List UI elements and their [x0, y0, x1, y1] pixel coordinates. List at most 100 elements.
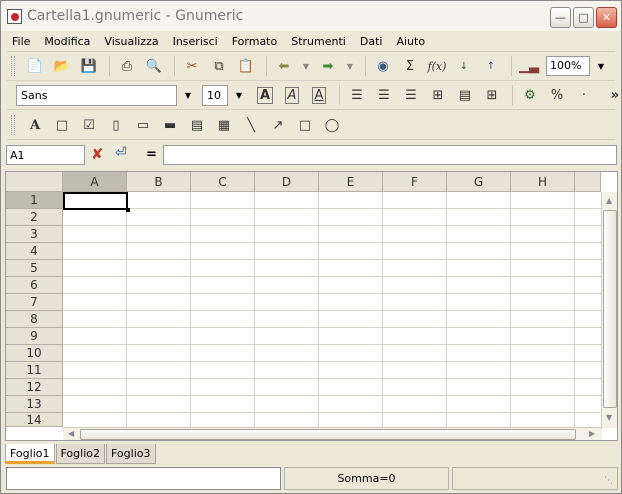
- formula-input[interactable]: [163, 145, 617, 165]
- font-size-dropdown[interactable]: ▼: [232, 84, 246, 106]
- list-tool-button[interactable]: ▤: [185, 114, 209, 136]
- redo-dropdown[interactable]: ▼: [343, 55, 357, 77]
- center-across-button[interactable]: ▤: [453, 84, 477, 106]
- column-header-b[interactable]: B: [127, 172, 191, 192]
- scroll-left-icon[interactable]: ◀: [68, 429, 74, 438]
- font-name-input[interactable]: Sans: [16, 84, 177, 106]
- fill-handle[interactable]: [126, 208, 130, 212]
- column-header-g[interactable]: G: [447, 172, 511, 192]
- vertical-scrollbar[interactable]: ▲ ▼: [601, 192, 617, 428]
- row-header-13[interactable]: 13: [6, 396, 63, 413]
- menu-dati[interactable]: Dati: [360, 35, 383, 48]
- zoom-dropdown[interactable]: ▼: [594, 55, 608, 77]
- combo-tool-button[interactable]: ▦: [212, 114, 236, 136]
- cancel-entry-icon[interactable]: ✘: [91, 145, 104, 163]
- gnumeric-app-icon[interactable]: [7, 9, 22, 24]
- sort-ascending-button[interactable]: ↓: [452, 55, 476, 77]
- status-entry-field[interactable]: [6, 467, 281, 490]
- row-header-1[interactable]: 1: [6, 192, 63, 209]
- row-header-3[interactable]: 3: [6, 226, 63, 243]
- copy-button[interactable]: ⧉: [207, 55, 231, 77]
- close-button[interactable]: ✕: [596, 7, 617, 28]
- column-header-d[interactable]: D: [255, 172, 319, 192]
- select-all-corner[interactable]: [6, 172, 63, 192]
- button-tool-button[interactable]: ▭: [131, 114, 155, 136]
- selected-cell-a1[interactable]: [63, 192, 128, 210]
- row-header-12[interactable]: 12: [6, 379, 63, 396]
- maximize-button[interactable]: □: [573, 7, 594, 28]
- horizontal-scroll-thumb[interactable]: [80, 429, 576, 440]
- row-header-9[interactable]: 9: [6, 328, 63, 345]
- row-header-14[interactable]: 14: [6, 413, 63, 427]
- row-header-2[interactable]: 2: [6, 209, 63, 226]
- scroll-right-icon[interactable]: ▶: [589, 429, 595, 438]
- sheet-tab-foglio3[interactable]: Foglio3: [106, 444, 156, 464]
- menu-aiuto[interactable]: Aiuto: [396, 35, 425, 48]
- row-header-6[interactable]: 6: [6, 277, 63, 294]
- row-header-11[interactable]: 11: [6, 362, 63, 379]
- merge-cells-button[interactable]: ⊞: [426, 84, 450, 106]
- ellipse-tool-button[interactable]: ◯: [320, 114, 344, 136]
- arrow-tool-button[interactable]: ↗: [266, 114, 290, 136]
- align-left-button[interactable]: ☰: [345, 84, 369, 106]
- cut-button[interactable]: ✂: [180, 55, 204, 77]
- scroll-up-icon[interactable]: ▲: [606, 196, 612, 205]
- sort-descending-button[interactable]: ↑: [479, 55, 503, 77]
- hyperlink-button[interactable]: ◉: [371, 55, 395, 77]
- menu-file[interactable]: File: [12, 35, 30, 48]
- resize-grip-icon[interactable]: ⋱: [604, 476, 613, 486]
- function-button[interactable]: f(x): [425, 55, 449, 77]
- minimize-button[interactable]: —: [550, 7, 571, 28]
- row-header-5[interactable]: 5: [6, 260, 63, 277]
- decimal-format-button[interactable]: ·: [572, 84, 596, 106]
- menu-modifica[interactable]: Modifica: [44, 35, 90, 48]
- row-header-4[interactable]: 4: [6, 243, 63, 260]
- accept-entry-icon[interactable]: ⏎: [115, 145, 127, 161]
- redo-button[interactable]: ➡: [316, 55, 340, 77]
- save-button[interactable]: 💾: [77, 55, 101, 77]
- frame-tool-button[interactable]: □: [50, 114, 74, 136]
- unmerge-cells-button[interactable]: ⊞: [480, 84, 504, 106]
- italic-button[interactable]: A: [280, 84, 304, 106]
- new-file-button[interactable]: 📄: [23, 55, 47, 77]
- menu-inserisci[interactable]: Inserisci: [173, 35, 218, 48]
- align-right-button[interactable]: ☰: [399, 84, 423, 106]
- print-button[interactable]: ⎙: [115, 55, 139, 77]
- row-header-7[interactable]: 7: [6, 294, 63, 311]
- column-header-e[interactable]: E: [319, 172, 383, 192]
- undo-dropdown[interactable]: ▼: [299, 55, 313, 77]
- toolbar-grip[interactable]: [11, 56, 15, 76]
- menu-visualizza[interactable]: Visualizza: [104, 35, 158, 48]
- currency-format-button[interactable]: ⚙: [518, 84, 542, 106]
- print-preview-button[interactable]: 🔍: [142, 55, 166, 77]
- rectangle-tool-button[interactable]: □: [293, 114, 317, 136]
- align-center-button[interactable]: ☰: [372, 84, 396, 106]
- cell-area[interactable]: [63, 192, 602, 428]
- cell-name-box[interactable]: A1: [6, 145, 85, 165]
- column-header-partial[interactable]: [575, 172, 601, 192]
- toolbar-grip[interactable]: [11, 115, 15, 135]
- checkbox-tool-button[interactable]: ☑: [77, 114, 101, 136]
- menu-formato[interactable]: Formato: [232, 35, 278, 48]
- column-header-c[interactable]: C: [191, 172, 255, 192]
- scrollbar-tool-button[interactable]: ▯: [104, 114, 128, 136]
- underline-button[interactable]: A: [307, 84, 331, 106]
- font-name-dropdown[interactable]: ▼: [181, 84, 195, 106]
- row-header-10[interactable]: 10: [6, 345, 63, 362]
- percent-format-button[interactable]: %: [545, 84, 569, 106]
- edit-formula-button[interactable]: =: [146, 147, 157, 162]
- vertical-scroll-thumb[interactable]: [603, 210, 617, 408]
- open-file-button[interactable]: 📂: [50, 55, 74, 77]
- column-header-f[interactable]: F: [383, 172, 447, 192]
- status-sum[interactable]: Somma=0: [284, 467, 449, 490]
- paste-button[interactable]: 📋: [234, 55, 258, 77]
- sum-button[interactable]: Σ: [398, 55, 422, 77]
- column-header-a[interactable]: A: [63, 172, 127, 192]
- slider-tool-button[interactable]: ▬: [158, 114, 182, 136]
- sheet-tab-foglio2[interactable]: Foglio2: [55, 444, 105, 464]
- menu-strumenti[interactable]: Strumenti: [291, 35, 346, 48]
- undo-button[interactable]: ⬅: [272, 55, 296, 77]
- bold-button[interactable]: A: [253, 84, 277, 106]
- sheet-tab-foglio1[interactable]: Foglio1: [5, 444, 55, 464]
- scroll-down-icon[interactable]: ▼: [606, 413, 612, 422]
